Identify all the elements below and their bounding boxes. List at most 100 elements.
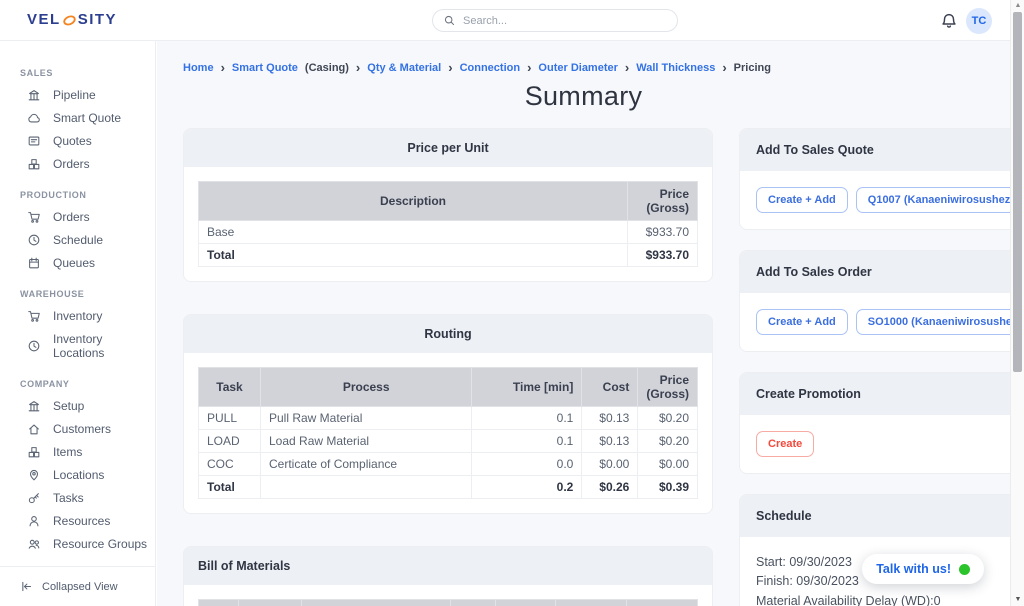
sidebar-item-label: Inventory Locations	[53, 332, 155, 360]
sidebar-item-inventory-locations[interactable]: Inventory Locations	[0, 327, 155, 364]
velosity-logo[interactable]: VEL SITY	[27, 11, 117, 28]
people-icon	[27, 537, 41, 551]
table-row: PULL Pull Raw Material 0.1 $0.13 $0.20	[199, 407, 698, 430]
sidebar-item-pipeline[interactable]: Pipeline	[0, 83, 155, 106]
search-input[interactable]	[463, 15, 667, 27]
sidebar-item-setup[interactable]: Setup	[0, 394, 155, 417]
sidebar-item-label: Smart Quote	[53, 111, 121, 125]
scroll-up-arrow[interactable]: ▲	[1011, 0, 1024, 12]
sidebar-item-queues[interactable]: Queues	[0, 251, 155, 274]
boxes-icon	[27, 157, 41, 171]
sidebar-section-sales: SALES	[20, 68, 155, 78]
search-icon	[443, 14, 456, 27]
routing-card: Routing Task Process Time [min] Cost Pri…	[183, 314, 713, 514]
table-row: LOAD Load Raw Material 0.1 $0.13 $0.20	[199, 430, 698, 453]
sidebar-item-label: Inventory	[53, 309, 102, 323]
task-cell: PULL	[199, 407, 261, 430]
sidebar-item-customers[interactable]: Customers	[0, 417, 155, 440]
sidebar-item-label: Resource Groups	[53, 537, 147, 551]
task-cell: LOAD	[199, 430, 261, 453]
column-header-process: Process	[261, 368, 472, 407]
scroll-down-arrow[interactable]: ▼	[1011, 594, 1024, 606]
schedule-material-delay: Material Availability Delay (WD):0	[756, 592, 1010, 606]
process-cell: Load Raw Material	[261, 430, 472, 453]
breadcrumb-casing-suffix: (Casing)	[305, 62, 349, 74]
cart-icon	[27, 309, 41, 323]
add-to-sales-quote-title: Add To Sales Quote	[740, 129, 1010, 171]
sidebar-item-label: Orders	[53, 210, 90, 224]
scrollbar-thumb[interactable]	[1013, 12, 1022, 372]
create-add-quote-button[interactable]: Create + Add	[756, 187, 848, 213]
cart-icon	[27, 210, 41, 224]
logo-text-left: VEL	[27, 11, 61, 28]
column-header-cost: Cost	[582, 368, 638, 407]
sidebar-item-production-orders[interactable]: Orders	[0, 205, 155, 228]
online-status-dot	[959, 564, 970, 575]
create-add-order-button[interactable]: Create + Add	[756, 309, 848, 335]
time-cell: 0.1	[472, 430, 582, 453]
logo-text-right: SITY	[78, 11, 117, 28]
sidebar-item-label: Schedule	[53, 233, 103, 247]
chat-widget-button[interactable]: Talk with us!	[862, 554, 984, 584]
clock-icon	[27, 233, 41, 247]
process-cell: Pull Raw Material	[261, 407, 472, 430]
page-title: Summary	[183, 81, 984, 112]
sidebar-item-smart-quote[interactable]: Smart Quote	[0, 106, 155, 129]
bill-of-materials-title: Bill of Materials	[184, 547, 712, 585]
cost-cell: $0.13	[582, 430, 638, 453]
create-promotion-button[interactable]: Create	[756, 431, 814, 457]
task-cell: COC	[199, 453, 261, 476]
sales-quote-dropdown[interactable]: Q1007 (Kanaeniwirosushezh...	[856, 187, 1010, 213]
sales-order-dropdown[interactable]: SO1000 (Kanaeniwirosushez...	[856, 309, 1010, 335]
person-icon	[27, 514, 41, 528]
sidebar-item-label: Locations	[53, 468, 104, 482]
column-header-time-min: Time [min]	[472, 368, 582, 407]
price-per-unit-title: Price per Unit	[184, 129, 712, 167]
sidebar-item-sales-orders[interactable]: Orders	[0, 152, 155, 175]
description-cell: Base	[199, 221, 628, 244]
cost-cell: $0.13	[582, 407, 638, 430]
time-cell: 0.0	[472, 453, 582, 476]
add-to-sales-quote-panel: Add To Sales Quote Create + Add Q1007 (K…	[739, 128, 1010, 230]
sidebar-item-quotes[interactable]: Quotes	[0, 129, 155, 152]
boxes-icon	[27, 445, 41, 459]
cloud-icon	[27, 111, 41, 125]
total-price-cell: $0.39	[638, 476, 698, 499]
breadcrumb-wall-thickness[interactable]: Wall Thickness	[636, 62, 715, 74]
process-cell: Certicate of Compliance	[261, 453, 472, 476]
sidebar-item-tasks[interactable]: Tasks	[0, 486, 155, 509]
main-content: Home Smart Quote (Casing) Qty & Material…	[157, 41, 1010, 606]
sidebar-item-label: Customers	[53, 422, 111, 436]
sidebar-item-label: Resources	[53, 514, 110, 528]
breadcrumb-outer-diameter[interactable]: Outer Diameter	[538, 62, 617, 74]
breadcrumb: Home Smart Quote (Casing) Qty & Material…	[183, 60, 984, 75]
bill-of-materials-card: Bill of Materials Qty Part Number Descri…	[183, 546, 713, 606]
sidebar-item-resources[interactable]: Resources	[0, 509, 155, 532]
breadcrumb-smart-quote[interactable]: Smart Quote	[232, 62, 298, 74]
breadcrumb-qty-material[interactable]: Qty & Material	[367, 62, 441, 74]
price-cell: $933.70	[628, 221, 698, 244]
breadcrumb-home[interactable]: Home	[183, 62, 214, 74]
user-avatar[interactable]: TC	[966, 8, 992, 34]
column-header-unit-cost: Unit Cost	[495, 600, 555, 606]
breadcrumb-connection[interactable]: Connection	[460, 62, 521, 74]
breadcrumb-pricing-current: Pricing	[734, 62, 771, 74]
column-header-uom: UOM	[450, 600, 495, 606]
sidebar-item-label: Quotes	[53, 134, 92, 148]
sidebar-section-company: COMPANY	[20, 379, 155, 389]
sidebar-section-production: PRODUCTION	[20, 190, 155, 200]
sidebar-item-label: Orders	[53, 157, 90, 171]
sidebar-item-label: Items	[53, 445, 82, 459]
sidebar-item-label: Setup	[53, 399, 84, 413]
total-row: Total 0.2 $0.26 $0.39	[199, 476, 698, 499]
create-promotion-title: Create Promotion	[740, 373, 1010, 415]
sidebar-item-locations[interactable]: Locations	[0, 463, 155, 486]
total-time-cell: 0.2	[472, 476, 582, 499]
sidebar-item-items[interactable]: Items	[0, 440, 155, 463]
sidebar-item-schedule[interactable]: Schedule	[0, 228, 155, 251]
sidebar-item-inventory[interactable]: Inventory	[0, 304, 155, 327]
sidebar-item-resource-groups[interactable]: Resource Groups	[0, 532, 155, 555]
notification-bell-icon[interactable]	[940, 11, 958, 31]
page-scrollbar[interactable]: ▲ ▼	[1010, 0, 1024, 606]
collapsed-view-toggle[interactable]: Collapsed View	[0, 566, 155, 606]
